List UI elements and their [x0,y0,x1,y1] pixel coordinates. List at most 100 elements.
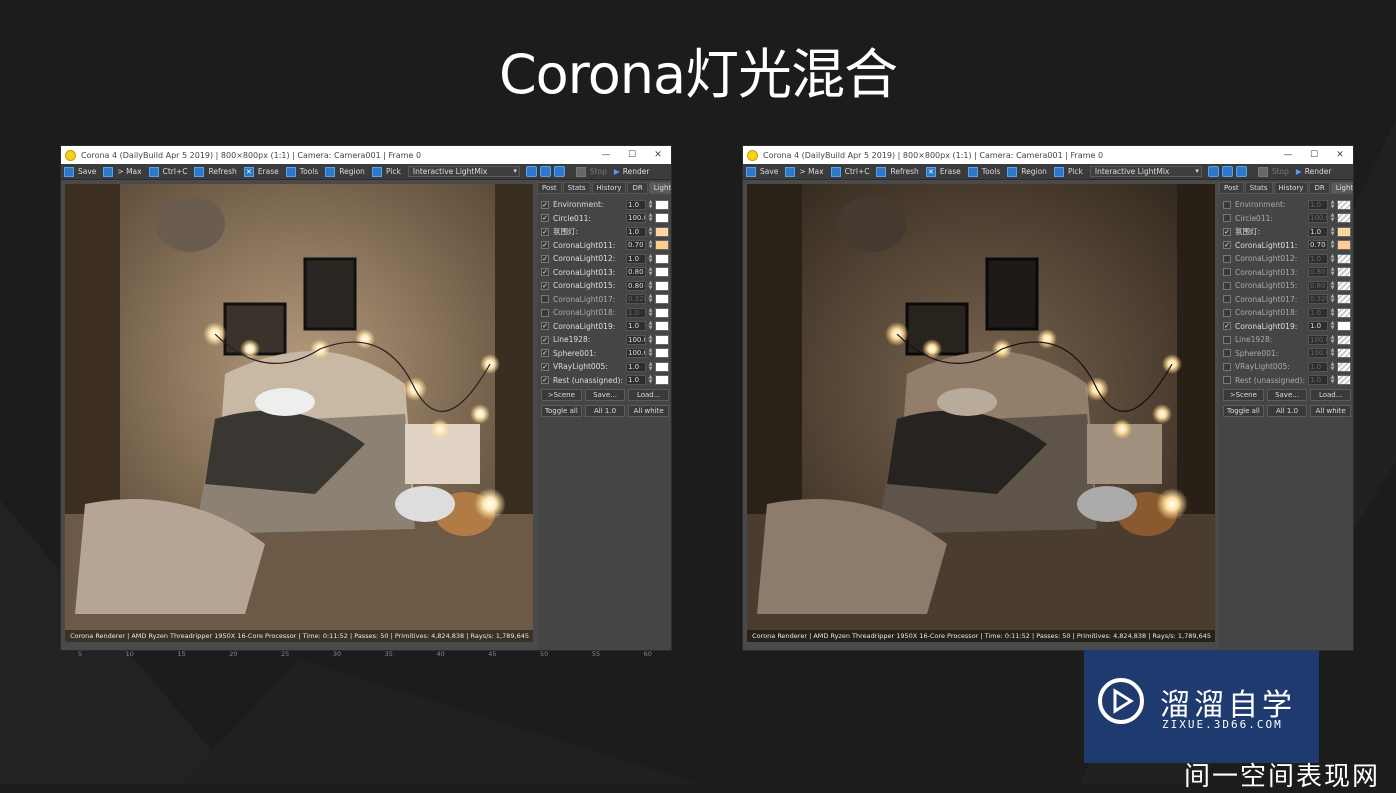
maximize-icon[interactable]: ☐ [619,150,645,160]
spinner-icon[interactable]: ▲ ▼ [648,213,653,223]
tools-button[interactable]: Tools [285,166,318,177]
spinner-icon[interactable]: ▲ ▼ [648,199,653,210]
light-enable-checkbox[interactable]: ✓ [541,281,549,290]
light-color-swatch[interactable] [655,294,669,305]
lightmix-dropdown[interactable]: Interactive LightMix [407,166,520,177]
minimize-icon[interactable]: — [1275,150,1301,160]
light-color-swatch[interactable] [1337,199,1351,210]
spinner-icon[interactable]: ▲ ▼ [1330,375,1335,385]
light-intensity-input[interactable]: 0.328 [626,294,646,305]
pick-button[interactable]: Pick [1053,166,1083,177]
light-enable-checkbox[interactable]: ✓ [541,349,549,358]
all-1-button[interactable]: All 1.0 [1266,405,1308,417]
light-intensity-input[interactable]: 100.0 [626,334,646,345]
zoom-out-icon[interactable] [539,166,551,177]
refresh-button[interactable]: Refresh [876,166,919,177]
light-color-swatch[interactable] [655,307,669,318]
scene-button[interactable]: >Scene [541,389,582,401]
spinner-icon[interactable]: ▲ ▼ [648,267,653,277]
zoom-in-icon[interactable] [1207,166,1219,177]
stop-button[interactable]: Stop [575,166,607,177]
spinner-icon[interactable]: ▲ ▼ [1330,307,1335,318]
spinner-icon[interactable]: ▲ ▼ [1330,361,1335,372]
close-icon[interactable]: ✕ [645,150,671,160]
region-button[interactable]: Region [1007,166,1047,177]
light-enable-checkbox[interactable] [1223,349,1231,358]
light-enable-checkbox[interactable]: ✓ [541,227,549,236]
light-enable-checkbox[interactable]: ✓ [1223,322,1231,331]
tab-history[interactable]: History [591,182,627,194]
copy-button[interactable]: Ctrl+C [830,166,869,177]
tab-stats[interactable]: Stats [1244,182,1273,194]
light-color-swatch[interactable] [655,253,669,264]
spinner-icon[interactable]: ▲ ▼ [648,361,653,372]
light-enable-checkbox[interactable]: ✓ [541,214,549,223]
light-enable-checkbox[interactable] [1223,335,1231,344]
light-intensity-input[interactable]: 0.80 [626,267,646,278]
light-intensity-input[interactable]: 100.0 [626,213,646,224]
light-color-swatch[interactable] [1337,321,1351,332]
tab-post[interactable]: Post [537,182,562,194]
erase-button[interactable]: ✕ Erase [925,166,961,177]
light-color-swatch[interactable] [1337,361,1351,372]
light-enable-checkbox[interactable]: ✓ [1223,241,1231,250]
save-lightmix-button[interactable]: Save... [1266,389,1308,401]
light-enable-checkbox[interactable]: ✓ [541,268,549,277]
light-intensity-input[interactable]: 1.0 [626,199,646,210]
light-intensity-input[interactable]: 100.0 [1308,334,1328,345]
light-intensity-input[interactable]: 1.0 [626,321,646,332]
all-1-button[interactable]: All 1.0 [584,405,626,417]
light-intensity-input[interactable]: 1.0 [1308,226,1328,237]
close-icon[interactable]: ✕ [1327,150,1353,160]
light-intensity-input[interactable]: 100.0 [1308,213,1328,224]
all-white-button[interactable]: All white [628,405,670,417]
spinner-icon[interactable]: ▲ ▼ [648,294,653,304]
light-enable-checkbox[interactable]: ✓ [1223,227,1231,236]
save-button[interactable]: Save [746,166,778,177]
light-intensity-input[interactable]: 0.70 [1308,240,1328,251]
spinner-icon[interactable]: ▲ ▼ [1330,240,1335,250]
light-intensity-input[interactable]: 0.328 [1308,294,1328,305]
light-color-swatch[interactable] [655,240,669,251]
light-enable-checkbox[interactable]: ✓ [541,241,549,250]
light-color-swatch[interactable] [655,199,669,210]
light-color-swatch[interactable] [1337,267,1351,278]
tab-lightmix[interactable]: LightMix [1330,182,1353,194]
maximize-icon[interactable]: ☐ [1301,150,1327,160]
tab-dr[interactable]: DR [627,182,648,194]
light-color-swatch[interactable] [655,213,669,224]
light-color-swatch[interactable] [1337,348,1351,359]
light-intensity-input[interactable]: 1.0 [626,253,646,264]
save-button[interactable]: Save [64,166,96,177]
tools-button[interactable]: Tools [967,166,1000,177]
tab-dr[interactable]: DR [1309,182,1330,194]
tab-stats[interactable]: Stats [562,182,591,194]
light-enable-checkbox[interactable]: ✓ [541,200,549,209]
zoom-fit-icon[interactable] [553,166,565,177]
stop-button[interactable]: Stop [1257,166,1289,177]
light-intensity-input[interactable]: 1.0 [1308,253,1328,264]
load-lightmix-button[interactable]: Load... [1310,389,1352,401]
spinner-icon[interactable]: ▲ ▼ [648,280,653,291]
spinner-icon[interactable]: ▲ ▼ [648,334,653,345]
light-intensity-input[interactable]: 1.0 [1308,321,1328,332]
spinner-icon[interactable]: ▲ ▼ [648,375,653,385]
light-color-swatch[interactable] [1337,307,1351,318]
pick-button[interactable]: Pick [371,166,401,177]
light-intensity-input[interactable]: 1.0 [1308,199,1328,210]
render-viewport[interactable]: Corona Renderer | AMD Ryzen Threadripper… [747,184,1215,642]
light-color-swatch[interactable] [1337,253,1351,264]
render-button[interactable]: ▶ Render [1296,167,1331,176]
light-color-swatch[interactable] [655,267,669,278]
light-enable-checkbox[interactable] [1223,281,1231,290]
render-button[interactable]: ▶ Render [614,167,649,176]
light-color-swatch[interactable] [1337,280,1351,291]
light-intensity-input[interactable]: 0.80 [1308,267,1328,278]
light-enable-checkbox[interactable] [1223,268,1231,277]
light-intensity-input[interactable]: 1.0 [1308,307,1328,318]
light-intensity-input[interactable]: 0.70 [626,240,646,251]
light-intensity-input[interactable]: 100.0 [626,348,646,359]
light-enable-checkbox[interactable] [1223,254,1231,263]
light-intensity-input[interactable]: 1.0 [626,375,646,386]
light-enable-checkbox[interactable] [1223,376,1231,385]
